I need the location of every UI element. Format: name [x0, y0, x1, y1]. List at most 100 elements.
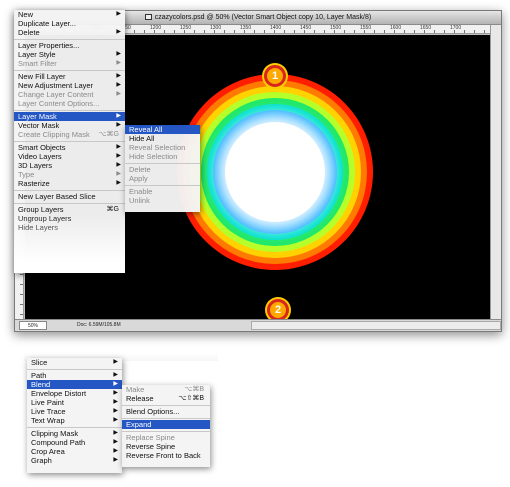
layer-menu-item-new-adjustment-layer[interactable]: New Adjustment Layer ▶: [14, 81, 125, 90]
submenu-arrow-icon: ▶: [116, 91, 121, 97]
vertical-scrollbar[interactable]: [490, 25, 501, 320]
layer-menu-item-type: Type ▶: [14, 170, 125, 179]
menu-item-label: Clipping Mask: [31, 429, 79, 438]
menu-item-label: New Fill Layer: [18, 72, 66, 81]
menu-item-label: Envelope Distort: [31, 389, 87, 398]
menu-item-label: Slice: [31, 358, 48, 367]
menu-item-label: Rasterize: [18, 179, 50, 188]
layer-menu-item-layer-content-options: Layer Content Options...: [14, 99, 125, 108]
layer-menu-item-duplicate-layer[interactable]: Duplicate Layer...: [14, 19, 125, 28]
blend-item-make: Make ⌥⌘B: [122, 385, 210, 394]
layer-menu-item-new-layer-based-slice[interactable]: New Layer Based Slice: [14, 192, 125, 201]
object-menu-item-live-paint[interactable]: Live Paint ▶: [27, 398, 122, 407]
layer-menu-item-hide-layers[interactable]: Hide Layers: [14, 223, 125, 232]
submenu-arrow-icon: ▶: [116, 11, 121, 17]
layer-mask-item-reveal-selection: Reveal Selection: [125, 143, 200, 152]
menu-item-label: Enable: [129, 187, 153, 196]
menu-item-label: Duplicate Layer...: [18, 19, 76, 28]
layer-menu-item-ungroup-layers[interactable]: Ungroup Layers: [14, 214, 125, 223]
blend-item-blend-options[interactable]: Blend Options...: [122, 407, 210, 416]
submenu-arrow-icon: ▶: [116, 171, 121, 177]
ruler-number: 1400: [270, 25, 282, 31]
ruler-number: 1350: [240, 25, 252, 31]
color-ring: [225, 122, 325, 222]
layer-menu-item-layer-properties[interactable]: Layer Properties...: [14, 41, 125, 50]
layer-menu-item-layer-style[interactable]: Layer Style ▶: [14, 50, 125, 59]
object-menu-item-slice[interactable]: Slice ▶: [27, 358, 122, 367]
menu-item-label: New Layer Based Slice: [18, 192, 96, 201]
object-menu-item-blend[interactable]: Blend ▶: [27, 380, 122, 389]
layer-menu-item-new-fill-layer[interactable]: New Fill Layer ▶: [14, 72, 125, 81]
submenu-arrow-icon: ▶: [113, 408, 118, 414]
submenu-arrow-icon: ▶: [116, 153, 121, 159]
menu-item-label: Delete: [18, 28, 40, 37]
ruler-number: 1600: [390, 25, 402, 31]
submenu-arrow-icon: ▶: [116, 144, 121, 150]
layer-menu-item-group-layers[interactable]: Group Layers ⌘G: [14, 205, 125, 214]
layer-mask-item-hide-all[interactable]: Hide All: [125, 134, 200, 143]
submenu-arrow-icon: ▶: [116, 122, 121, 128]
menu-item-label: Smart Objects: [18, 143, 66, 152]
layer-menu-item-smart-objects[interactable]: Smart Objects ▶: [14, 143, 125, 152]
layer-menu-item-3d-layers[interactable]: 3D Layers ▶: [14, 161, 125, 170]
layer-menu-item-vector-mask[interactable]: Vector Mask ▶: [14, 121, 125, 130]
layer-mask-item-delete: Delete: [125, 165, 200, 174]
blend-item-expand[interactable]: Expand: [122, 420, 210, 429]
layer-menu-item-rasterize[interactable]: Rasterize ▶: [14, 179, 125, 188]
menu-item-label: Crop Area: [31, 447, 65, 456]
object-menu-item-envelope-distort[interactable]: Envelope Distort ▶: [27, 389, 122, 398]
menu-shortcut: ⌘G: [106, 206, 119, 213]
submenu-arrow-icon: ▶: [113, 390, 118, 396]
object-menu-item-text-wrap[interactable]: Text Wrap ▶: [27, 416, 122, 425]
blend-item-release[interactable]: Release ⌥⇧⌘B: [122, 394, 210, 403]
menu-item-label: Layer Style: [18, 50, 56, 59]
horizontal-scrollbar[interactable]: [251, 321, 501, 330]
blend-item-reverse-front-to-back[interactable]: Reverse Front to Back: [122, 451, 210, 460]
menu-item-label: Vector Mask: [18, 121, 60, 130]
document-icon: [144, 14, 152, 20]
menu-item-label: Smart Filter: [18, 59, 57, 68]
document-size-info[interactable]: Doc: 6.59M/105.8M: [77, 320, 121, 331]
layer-menu-item-delete[interactable]: Delete ▶: [14, 28, 125, 37]
zoom-field[interactable]: 50%: [19, 321, 47, 330]
ruler-number: 1500: [330, 25, 342, 31]
layer-menu-item-layer-mask[interactable]: Layer Mask ▶: [14, 112, 125, 121]
document-title: czazycolors.psd @ 50% (Vector Smart Obje…: [154, 14, 372, 21]
menu-shortcut: ⌥⌘G: [98, 131, 119, 138]
menu-item-label: Hide Layers: [18, 223, 59, 232]
menu-item-label: Text Wrap: [31, 416, 65, 425]
menu-item-label: Type: [18, 170, 35, 179]
menu-item-label: Hide Selection: [129, 152, 178, 161]
menu-item-label: Release: [126, 394, 154, 403]
layer-mask-item-unlink: Unlink: [125, 196, 200, 205]
menu-item-label: Make: [126, 385, 145, 394]
submenu-arrow-icon: ▶: [113, 457, 118, 463]
submenu-arrow-icon: ▶: [116, 113, 121, 119]
object-menu-item-live-trace[interactable]: Live Trace ▶: [27, 407, 122, 416]
blend-item-reverse-spine[interactable]: Reverse Spine: [122, 442, 210, 451]
submenu-arrow-icon: ▶: [116, 73, 121, 79]
object-menu-item-clipping-mask[interactable]: Clipping Mask ▶: [27, 429, 122, 438]
object-menu-item-path[interactable]: Path ▶: [27, 371, 122, 380]
menu-item-label: Unlink: [129, 196, 150, 205]
menu-item-label: Create Clipping Mask: [18, 130, 90, 139]
menu-item-label: Blend: [31, 380, 51, 389]
object-menu-item-compound-path[interactable]: Compound Path ▶: [27, 438, 122, 447]
menu-item-label: Delete: [129, 165, 151, 174]
menu-shortcut: ⌥⇧⌘B: [178, 395, 204, 402]
ruler-number: 1200: [150, 25, 162, 31]
layer-mask-submenu: Reveal All Hide All Reveal Selection Hide S…: [125, 125, 200, 212]
layer-mask-item-reveal-all[interactable]: Reveal All: [125, 125, 200, 134]
ruler-number: 1700: [450, 25, 462, 31]
ruler-number: 1250: [180, 25, 192, 31]
ruler-number: 1550: [360, 25, 372, 31]
menu-item-label: Video Layers: [18, 152, 62, 161]
layer-menu-item-video-layers[interactable]: Video Layers ▶: [14, 152, 125, 161]
object-menu-item-crop-area[interactable]: Crop Area ▶: [27, 447, 122, 456]
menu-item-label: New Adjustment Layer: [18, 81, 94, 90]
layer-menu-item-new[interactable]: New ▶: [14, 10, 125, 19]
menu-item-label: Reverse Front to Back: [126, 451, 201, 460]
menu-item-label: Ungroup Layers: [18, 214, 72, 223]
menu-item-label: Replace Spine: [126, 433, 175, 442]
object-menu-item-graph[interactable]: Graph ▶: [27, 456, 122, 465]
